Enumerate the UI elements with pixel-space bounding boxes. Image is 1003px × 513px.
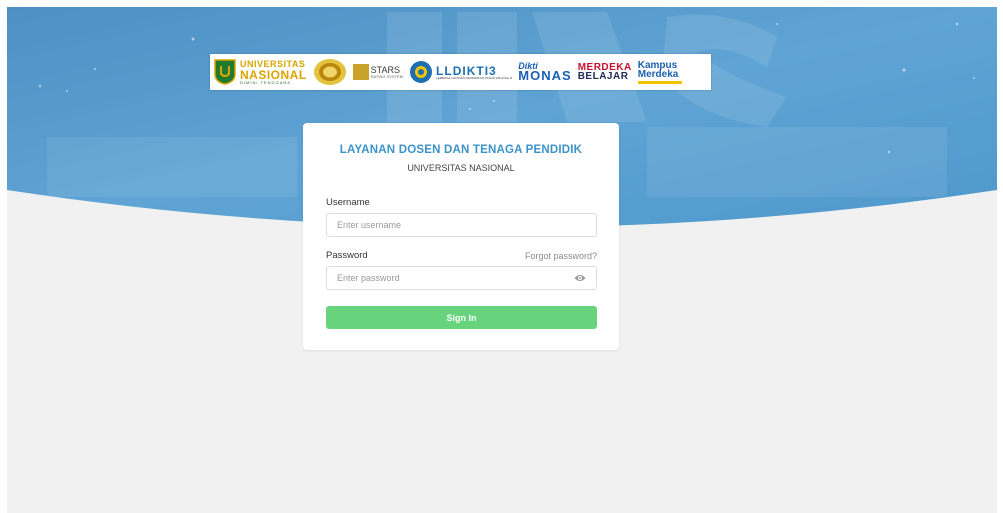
lldikti-sub: LEMBAGA LAYANAN PENDIDIKAN TINGGI WILAYA… xyxy=(436,75,513,80)
username-label: Username xyxy=(326,197,370,208)
dikti-monas-logo: Dikti MONAS xyxy=(518,57,571,87)
lldikti-main: LLDIKTI3 xyxy=(436,63,497,78)
monas-line2: MONAS xyxy=(518,68,572,84)
kampus-bar xyxy=(637,80,682,84)
page-subtitle: UNIVERSITAS NASIONAL xyxy=(407,163,515,173)
page-background: UNIVERSITAS NASIONAL DIMINI TENGGARA STA… xyxy=(7,7,997,513)
login-card: LAYANAN DOSEN DAN TENAGA PENDIDIK UNIVER… xyxy=(303,123,619,350)
forgot-password-link[interactable]: Forgot password? xyxy=(525,251,597,261)
show-password-eye-icon[interactable] xyxy=(574,273,586,283)
stars-line2: RATING SYSTEM xyxy=(370,73,404,79)
partner-logos-strip: UNIVERSITAS NASIONAL DIMINI TENGGARA STA… xyxy=(210,54,711,90)
username-input[interactable] xyxy=(326,213,597,237)
password-label: Password xyxy=(326,250,368,261)
lldikti-logo: LLDIKTI3 LEMBAGA LAYANAN PENDIDIKAN TING… xyxy=(409,57,512,87)
gold-seal-icon xyxy=(313,59,346,85)
unas-shield-icon xyxy=(214,59,236,85)
unas-line2: NASIONAL xyxy=(240,67,307,82)
stars-mark-icon xyxy=(352,64,369,80)
tut-wuri-handayani-icon xyxy=(410,61,433,83)
page-title: LAYANAN DOSEN DAN TENAGA PENDIDIK xyxy=(339,144,583,156)
sign-in-button[interactable]: Sign In xyxy=(326,306,597,329)
accreditation-seal xyxy=(313,57,347,87)
unas-logo: UNIVERSITAS NASIONAL DIMINI TENGGARA xyxy=(214,57,307,87)
merdeka-belajar-logo: MERDEKA BELAJAR xyxy=(578,57,632,87)
password-input[interactable] xyxy=(326,266,597,290)
kampus-line2: Merdeka xyxy=(637,69,679,80)
stars-logo: STARS RATING SYSTEM xyxy=(352,57,404,87)
kampus-merdeka-logo: Kampus Merdeka xyxy=(637,57,682,87)
merdeka-line2: BELAJAR xyxy=(577,71,629,82)
